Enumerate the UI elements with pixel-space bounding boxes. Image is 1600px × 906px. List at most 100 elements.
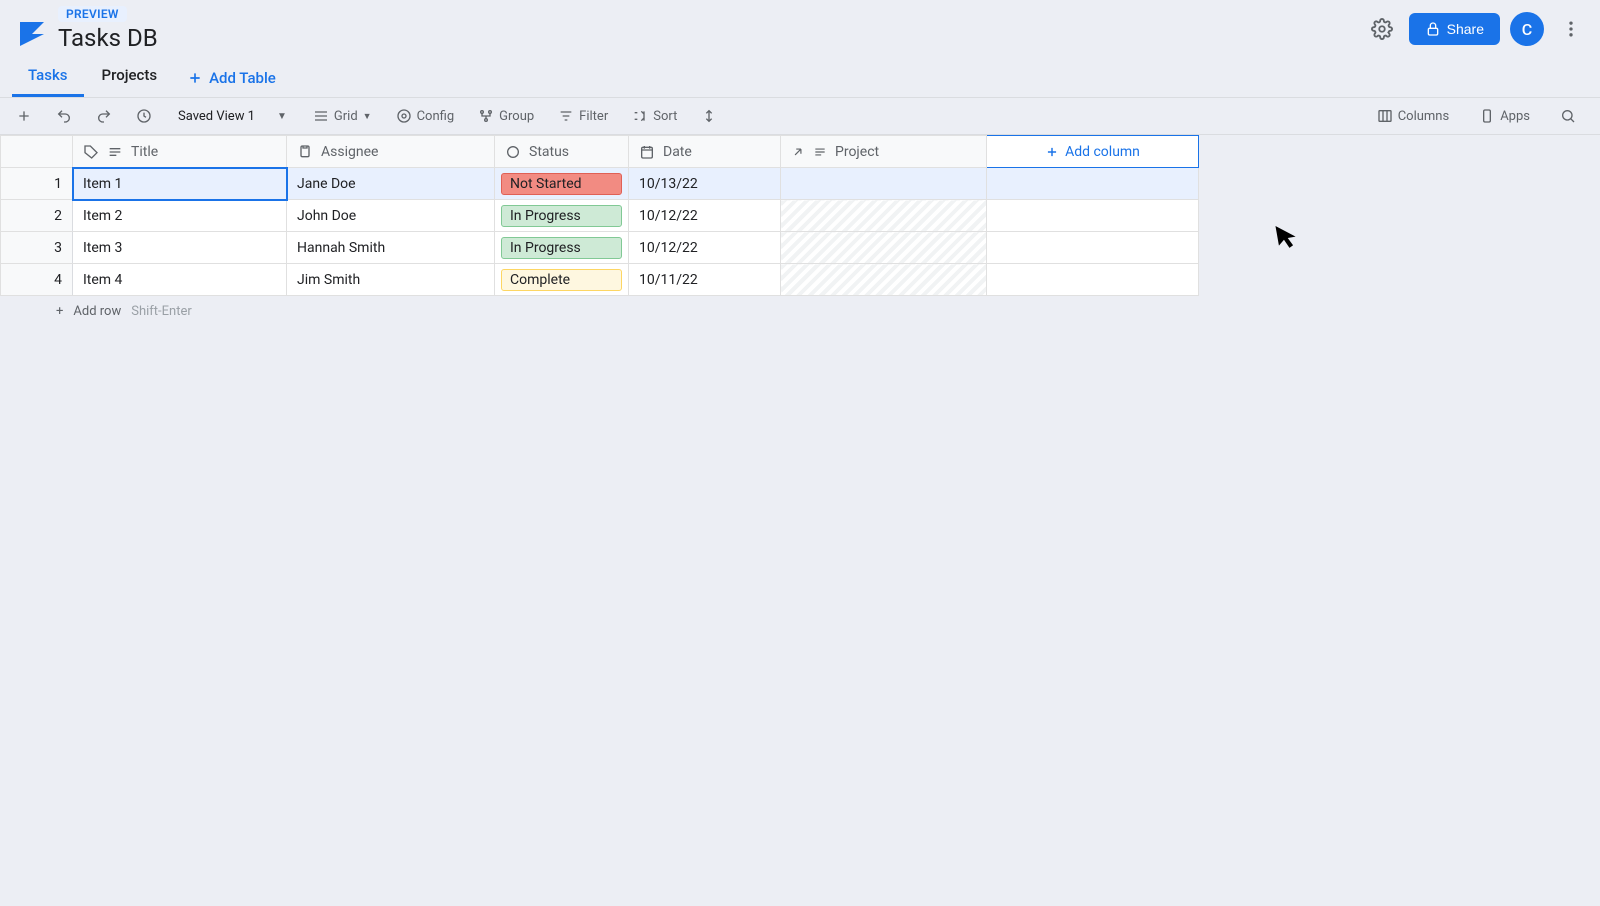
col-status-label: Status: [529, 144, 569, 160]
cell-assignee[interactable]: Jane Doe: [287, 168, 495, 200]
add-table-label: Add Table: [209, 69, 276, 87]
column-header-assignee[interactable]: Assignee: [287, 136, 495, 168]
column-header-project[interactable]: Project: [781, 136, 987, 168]
columns-button[interactable]: Columns: [1369, 104, 1458, 128]
settings-button[interactable]: [1365, 12, 1399, 46]
col-date-label: Date: [663, 144, 692, 160]
status-badge: Complete: [501, 269, 622, 291]
preview-badge: PREVIEW: [58, 6, 127, 22]
cell-empty[interactable]: [987, 264, 1199, 296]
table-row: 3Item 3Hannah Smith In Progress 10/12/22: [1, 232, 1199, 264]
text-icon: [107, 144, 123, 160]
cell-status[interactable]: Complete: [495, 264, 629, 296]
cell-assignee[interactable]: Jim Smith: [287, 264, 495, 296]
share-label: Share: [1447, 21, 1484, 37]
add-table-button[interactable]: Add Table: [175, 61, 288, 95]
row-number[interactable]: 4: [1, 264, 73, 296]
row-height-button[interactable]: [693, 104, 725, 128]
row-number[interactable]: 1: [1, 168, 73, 200]
cell-date[interactable]: 10/13/22: [629, 168, 781, 200]
redo-button[interactable]: [88, 104, 120, 128]
group-label: Group: [499, 109, 534, 124]
user-avatar[interactable]: C: [1510, 12, 1544, 46]
cell-date[interactable]: 10/12/22: [629, 200, 781, 232]
status-icon: [505, 144, 521, 160]
table-row: 4Item 4Jim Smith Complete 10/11/22: [1, 264, 1199, 296]
saved-view-label: Saved View 1: [178, 109, 255, 124]
cell-project[interactable]: [781, 200, 987, 232]
cell-status[interactable]: In Progress: [495, 200, 629, 232]
filter-label: Filter: [579, 109, 608, 124]
tab-tasks[interactable]: Tasks: [12, 58, 84, 97]
saved-view-selector[interactable]: Saved View 1 ▼: [168, 105, 297, 128]
filter-button[interactable]: Filter: [550, 104, 616, 128]
app-header: PREVIEW Tasks DB Share C: [0, 0, 1600, 52]
plus-icon: +: [56, 304, 63, 319]
cell-date[interactable]: 10/12/22: [629, 232, 781, 264]
row-number-header[interactable]: [1, 136, 73, 168]
row-number[interactable]: 2: [1, 200, 73, 232]
cell-title[interactable]: Item 2: [73, 200, 287, 232]
cell-project[interactable]: [781, 264, 987, 296]
search-button[interactable]: [1552, 104, 1584, 128]
col-project-label: Project: [835, 144, 879, 160]
col-assignee-label: Assignee: [321, 144, 378, 160]
cell-project[interactable]: [781, 232, 987, 264]
cell-empty[interactable]: [987, 232, 1199, 264]
sort-button[interactable]: Sort: [624, 104, 685, 128]
app-title[interactable]: Tasks DB: [58, 24, 158, 52]
sort-label: Sort: [653, 109, 677, 124]
tab-projects[interactable]: Projects: [86, 58, 174, 97]
cell-empty[interactable]: [987, 168, 1199, 200]
cell-status[interactable]: Not Started: [495, 168, 629, 200]
tabs-bar: Tasks Projects Add Table: [0, 52, 1600, 98]
cell-date[interactable]: 10/11/22: [629, 264, 781, 296]
status-badge: In Progress: [501, 237, 622, 259]
col-title-label: Title: [131, 144, 158, 160]
column-header-title[interactable]: Title: [73, 136, 287, 168]
row-number[interactable]: 3: [1, 232, 73, 264]
status-badge: In Progress: [501, 205, 622, 227]
cell-project[interactable]: [781, 168, 987, 200]
config-label: Config: [417, 109, 455, 124]
cell-assignee[interactable]: Hannah Smith: [287, 232, 495, 264]
text-icon: [813, 145, 827, 159]
add-column-button[interactable]: Add column: [987, 136, 1199, 168]
data-grid-container: Title Assignee Status Date: [0, 135, 1600, 327]
add-row-label: Add row: [73, 304, 121, 319]
apps-label: Apps: [1500, 109, 1530, 124]
chevron-down-icon: ▼: [363, 111, 372, 122]
more-menu-button[interactable]: [1554, 12, 1588, 46]
table-row: 2Item 2John Doe In Progress 10/12/22: [1, 200, 1199, 232]
app-logo: [16, 18, 48, 50]
person-icon: [297, 144, 313, 160]
cell-title[interactable]: Item 3: [73, 232, 287, 264]
column-header-date[interactable]: Date: [629, 136, 781, 168]
add-row-hint: Shift-Enter: [131, 304, 192, 319]
tag-icon: [83, 144, 99, 160]
cell-title[interactable]: Item 1: [73, 168, 287, 200]
cell-title[interactable]: Item 4: [73, 264, 287, 296]
cell-empty[interactable]: [987, 200, 1199, 232]
history-button[interactable]: [128, 104, 160, 128]
table-row: 1Item 1Jane Doe Not Started 10/13/22: [1, 168, 1199, 200]
toolbar: Saved View 1 ▼ Grid ▼ Config Group Filte…: [0, 98, 1600, 135]
chevron-down-icon: ▼: [277, 111, 287, 122]
columns-label: Columns: [1398, 109, 1450, 124]
config-button[interactable]: Config: [388, 104, 463, 128]
undo-button[interactable]: [48, 104, 80, 128]
add-row-button[interactable]: + Add row Shift-Enter: [0, 296, 1600, 327]
calendar-icon: [639, 144, 655, 160]
cell-assignee[interactable]: John Doe: [287, 200, 495, 232]
add-record-button[interactable]: [8, 104, 40, 128]
status-badge: Not Started: [501, 173, 622, 195]
lookup-arrow-icon: [791, 145, 805, 159]
group-button[interactable]: Group: [470, 104, 542, 128]
grid-label: Grid: [334, 109, 358, 124]
column-header-status[interactable]: Status: [495, 136, 629, 168]
cell-status[interactable]: In Progress: [495, 232, 629, 264]
apps-button[interactable]: Apps: [1471, 104, 1538, 128]
view-type-selector[interactable]: Grid ▼: [305, 104, 380, 128]
data-grid: Title Assignee Status Date: [0, 135, 1199, 296]
share-button[interactable]: Share: [1409, 13, 1500, 45]
